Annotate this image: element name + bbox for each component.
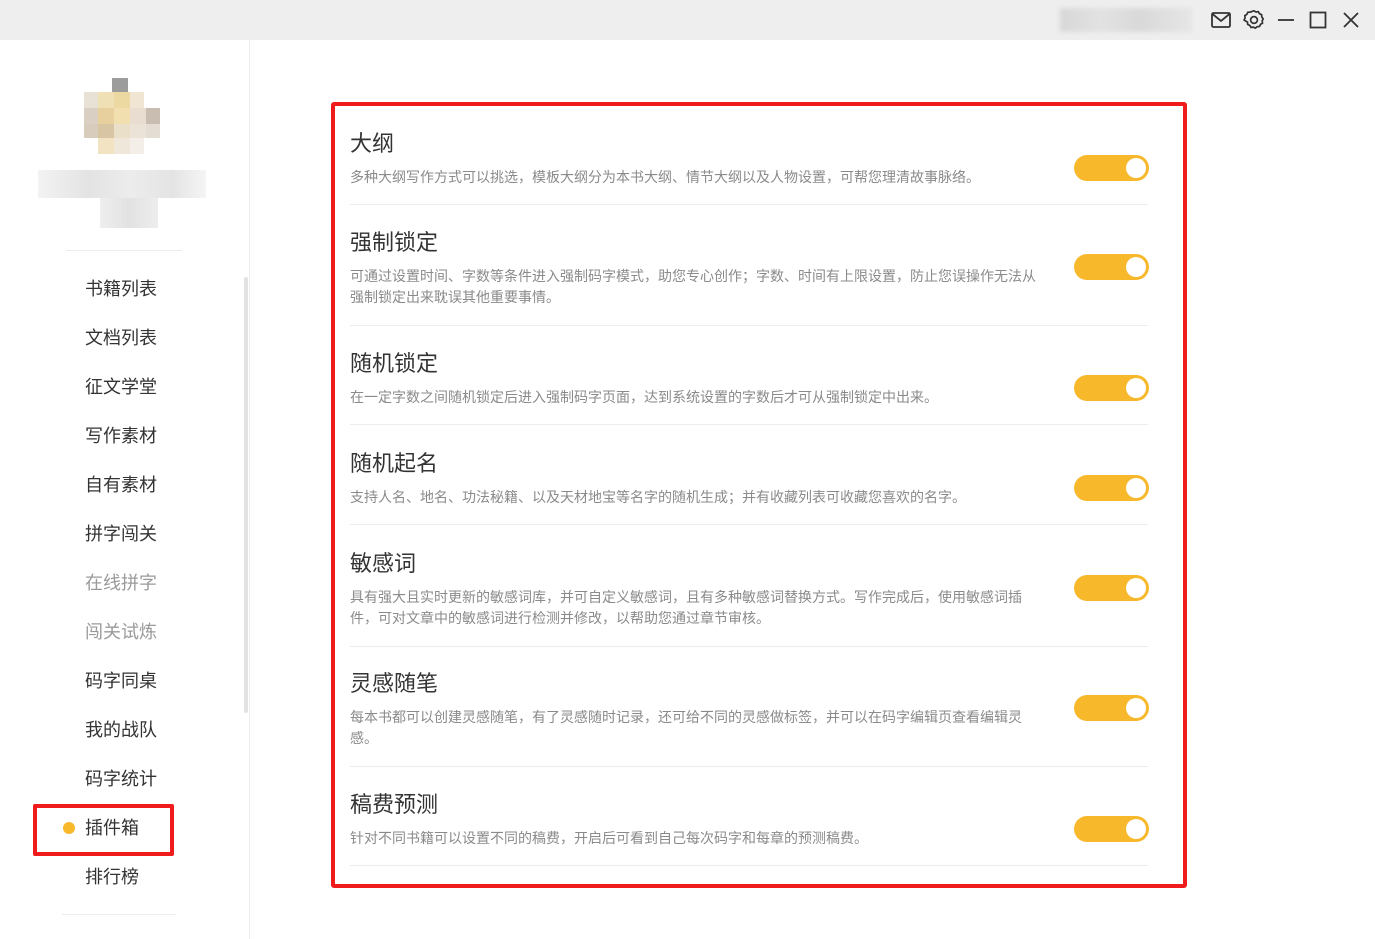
plugin-description: 具有强大且实时更新的敏感词库，并可自定义敏感词，且有多种敏感词替换方式。写作完成…: [350, 590, 1022, 627]
sidebar-item-typing-challenge[interactable]: 拼字闯关: [85, 521, 157, 549]
plugin-description: 针对不同书籍可以设置不同的稿费，开启后可看到自己每次码字和每章的预测稿费。: [350, 831, 868, 847]
plugin-list-panel: 大纲 多种大纲写作方式可以挑选，模板大纲分为本书大纲、情节大纲以及人物设置，可帮…: [331, 102, 1187, 888]
plugin-row-inspiration-notes: 灵感随笔 每本书都可以创建灵感随笔，有了灵感随时记录，还可给不同的灵感做标签，并…: [350, 670, 1149, 767]
plugin-row-force-lock: 强制锁定 可通过设置时间、字数等条件进入强制码字模式，助您专心创作；字数、时间有…: [350, 229, 1149, 326]
sidebar-scrollbar[interactable]: [244, 277, 248, 713]
toggle-knob: [1126, 378, 1146, 398]
toggle-switch[interactable]: [1074, 375, 1149, 401]
minimize-icon[interactable]: [1274, 8, 1298, 32]
sidebar-item-challenge-trial[interactable]: 闯关试炼: [85, 619, 157, 647]
sidebar-item-my-team[interactable]: 我的战队: [85, 717, 157, 745]
sidebar-item-own-materials[interactable]: 自有素材: [85, 472, 157, 500]
toggle-switch[interactable]: [1074, 575, 1149, 601]
plugin-title: 灵感随笔: [350, 672, 439, 697]
toggle-knob: [1126, 478, 1146, 498]
toggle-knob: [1126, 819, 1146, 839]
title-bar: [0, 0, 1375, 40]
toggle-knob: [1126, 698, 1146, 718]
toggle-knob: [1126, 158, 1146, 178]
plugin-row-random-name: 随机起名 支持人名、地名、功法秘籍、以及天材地宝等名字的随机生成；并有收藏列表可…: [350, 450, 1149, 525]
plugin-description: 支持人名、地名、功法秘籍、以及天材地宝等名字的随机生成；并有收藏列表可收藏您喜欢…: [350, 490, 966, 506]
active-dot-icon: [63, 822, 75, 834]
close-icon[interactable]: [1339, 8, 1363, 32]
toggle-switch[interactable]: [1074, 475, 1149, 501]
toggle-switch[interactable]: [1074, 155, 1149, 181]
sidebar-item-document-list[interactable]: 文档列表: [85, 325, 157, 353]
plugin-row-outline: 大纲 多种大纲写作方式可以挑选，模板大纲分为本书大纲、情节大纲以及人物设置，可帮…: [350, 130, 1149, 205]
mail-icon[interactable]: [1209, 8, 1233, 32]
blurred-username: [1060, 8, 1192, 32]
toggle-switch[interactable]: [1074, 254, 1149, 280]
toggle-switch[interactable]: [1074, 816, 1149, 842]
plugin-description: 在一定字数之间随机锁定后进入强制码字页面，达到系统设置的字数后才可从强制锁定中出…: [350, 390, 938, 406]
sidebar-item-book-list[interactable]: 书籍列表: [85, 276, 157, 304]
plugin-description: 多种大纲写作方式可以挑选，模板大纲分为本书大纲、情节大纲以及人物设置，可帮您理清…: [350, 170, 980, 186]
sidebar-item-plugin-box[interactable]: 插件箱: [85, 815, 139, 843]
plugin-title: 强制锁定: [350, 231, 439, 256]
blurred-username: [38, 168, 206, 228]
toggle-knob: [1126, 257, 1146, 277]
sidebar-item-typing-stats[interactable]: 码字统计: [85, 766, 157, 794]
plugin-title: 稿费预测: [350, 793, 439, 818]
plugin-description: 可通过设置时间、字数等条件进入强制码字模式，助您专心创作；字数、时间有上限设置，…: [350, 269, 1036, 306]
plugin-title: 敏感词: [350, 552, 417, 577]
avatar[interactable]: [84, 78, 160, 154]
plugin-row-random-lock: 随机锁定 在一定字数之间随机锁定后进入强制码字页面，达到系统设置的字数后才可从强…: [350, 350, 1149, 425]
sidebar-divider: [62, 914, 176, 915]
plugin-row-royalty-forecast: 稿费预测 针对不同书籍可以设置不同的稿费，开启后可看到自己每次码字和每章的预测稿…: [350, 791, 1149, 866]
maximize-icon[interactable]: [1306, 8, 1330, 32]
sidebar-item-leaderboard[interactable]: 排行榜: [85, 864, 139, 892]
sidebar-item-essay-school[interactable]: 征文学堂: [85, 374, 157, 402]
sidebar-divider: [66, 250, 182, 251]
sidebar-item-writing-materials[interactable]: 写作素材: [85, 423, 157, 451]
plugin-description: 每本书都可以创建灵感随笔，有了灵感随时记录，还可给不同的灵感做标签，并可以在码字…: [350, 710, 1022, 747]
plugin-title: 随机起名: [350, 452, 439, 477]
sidebar-item-online-typing[interactable]: 在线拼字: [85, 570, 157, 598]
sidebar: 书籍列表 文档列表 征文学堂 写作素材 自有素材 拼字闯关 在线拼字 闯关试炼 …: [0, 40, 250, 939]
plugin-title: 大纲: [350, 132, 395, 157]
settings-icon[interactable]: [1242, 8, 1266, 32]
sidebar-item-typing-desk[interactable]: 码字同桌: [85, 668, 157, 696]
toggle-knob: [1126, 578, 1146, 598]
plugin-row-sensitive-words: 敏感词 具有强大且实时更新的敏感词库，并可自定义敏感词，且有多种敏感词替换方式。…: [350, 550, 1149, 647]
toggle-switch[interactable]: [1074, 695, 1149, 721]
plugin-title: 随机锁定: [350, 352, 439, 377]
